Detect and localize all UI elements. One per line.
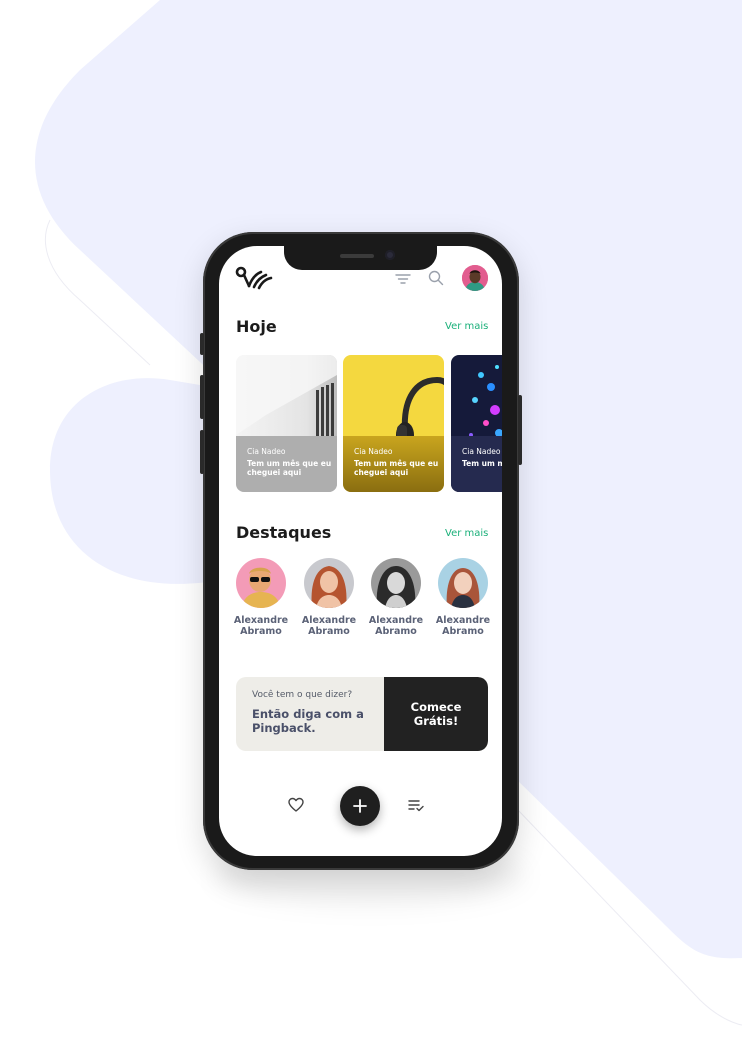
highlight-person-4[interactable]: Alexandre Abramo	[433, 558, 493, 637]
card-1-subtitle: Cia Nadeo	[247, 447, 286, 456]
promo-question: Você tem o que dizer?	[252, 690, 353, 700]
speaker	[340, 254, 374, 258]
today-card-3[interactable]: Cia Nadeo Tem um m eu chegu	[451, 355, 502, 492]
today-card-1[interactable]: Cia Nadeo Tem um mês que eu cheguei aqui	[236, 355, 337, 492]
highlights-section-title: Destaques	[236, 523, 332, 542]
today-card-2[interactable]: Cia Nadeo Tem um mês que eu cheguei aqui	[343, 355, 444, 492]
add-button[interactable]	[340, 786, 380, 826]
person-2-name: Alexandre Abramo	[301, 615, 357, 637]
front-camera	[385, 250, 395, 260]
phone-screen: Hoje Ver mais Cia Nadeo Tem um mês que e…	[219, 246, 502, 856]
card-3-title: Tem um m eu chegu	[462, 459, 502, 468]
avatar-illustration	[462, 265, 488, 291]
promo-banner: Você tem o que dizer? Então diga com a P…	[236, 677, 488, 751]
side-button-silent	[200, 333, 204, 355]
person-4-photo	[438, 558, 488, 608]
filter-icon[interactable]	[394, 270, 412, 288]
side-button-volume-down	[200, 430, 204, 474]
card-2-title: Tem um mês que eu cheguei aqui	[354, 459, 439, 477]
add-icon	[353, 799, 367, 813]
highlight-person-3[interactable]: Alexandre Abramo	[366, 558, 426, 637]
card-3-subtitle: Cia Nadeo	[462, 447, 501, 456]
side-button-power	[518, 395, 522, 465]
today-see-more-link[interactable]: Ver mais	[445, 321, 488, 332]
app-logo-icon[interactable]	[235, 266, 275, 292]
promo-headline: Então diga com a Pingback.	[252, 707, 364, 735]
highlight-person-2[interactable]: Alexandre Abramo	[299, 558, 359, 637]
search-icon[interactable]	[427, 269, 445, 287]
notch	[284, 246, 437, 270]
start-free-label: Comece Grátis!	[410, 700, 462, 728]
card-2-subtitle: Cia Nadeo	[354, 447, 393, 456]
person-3-name: Alexandre Abramo	[368, 615, 424, 637]
person-1-photo	[236, 558, 286, 608]
playlist-check-icon[interactable]	[408, 798, 424, 812]
highlights-see-more-link[interactable]: Ver mais	[445, 528, 488, 539]
heart-icon[interactable]	[288, 797, 304, 813]
highlight-person-1[interactable]: Alexandre Abramo	[231, 558, 291, 637]
person-3-photo	[371, 558, 421, 608]
start-free-button[interactable]: Comece Grátis!	[384, 677, 488, 751]
card-1-title: Tem um mês que eu cheguei aqui	[247, 459, 332, 477]
today-section-title: Hoje	[236, 317, 277, 336]
person-2-photo	[304, 558, 354, 608]
side-button-volume-up	[200, 375, 204, 419]
person-1-name: Alexandre Abramo	[233, 615, 289, 637]
user-avatar[interactable]	[462, 265, 488, 291]
person-4-name: Alexandre Abramo	[435, 615, 491, 637]
